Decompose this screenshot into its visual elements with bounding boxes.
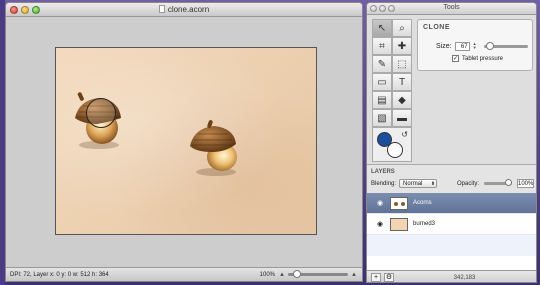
blending-label: Blending: [371, 180, 397, 187]
document-statusbar: DPI: 72, Layer x: 0 y: 0 w: 512 h: 364 1… [6, 267, 362, 281]
stepper-down-icon[interactable]: ▼ [473, 46, 478, 50]
thumbnail-acorn-dot [394, 201, 398, 206]
crop-icon[interactable]: ⌗ [372, 37, 392, 55]
panel-heading: CLONE [423, 24, 450, 31]
tools-titlebar[interactable]: Tools [367, 3, 536, 15]
zoom-icon[interactable]: ⌕ [392, 19, 412, 37]
size-input[interactable]: 67 [454, 42, 470, 51]
zoom-slider-knob[interactable] [293, 270, 301, 278]
marquee-select-icon[interactable]: ⬚ [392, 55, 412, 73]
empty-layer-row [367, 235, 536, 256]
layer-name: burned3 [413, 221, 436, 227]
zoom-out-icon[interactable]: ▴ [278, 271, 286, 279]
opacity-slider-knob[interactable] [505, 179, 512, 186]
gradient-icon[interactable]: ▤ [372, 91, 392, 109]
foreground-color-swatch[interactable] [377, 132, 392, 147]
arrow-select-icon[interactable]: ↖ [372, 19, 392, 37]
layers-panel: LAYERS Blending: Normal ⬍ Opacity: 100% … [367, 164, 536, 282]
eraser-icon[interactable]: ▭ [372, 73, 392, 91]
brush-icon[interactable]: ✎ [372, 55, 392, 73]
clone-options-panel: CLONE Size: 67 ▲ ▼ ✓ Tablet pressure [417, 19, 533, 71]
opacity-slider[interactable] [484, 179, 512, 186]
tablet-pressure-checkbox[interactable]: ✓ [452, 55, 459, 62]
acorn-image-right [190, 120, 237, 176]
document-window: clone.acorn DPI: 72, Layer x: 0 y: 0 w: … [5, 2, 363, 282]
window-title-text: clone.acorn [167, 5, 210, 14]
image-canvas[interactable] [55, 47, 317, 235]
size-slider-knob[interactable] [485, 42, 494, 50]
zoom-slider[interactable] [288, 270, 348, 278]
rectangle-icon[interactable]: ▬ [392, 109, 412, 127]
layer-row-acorns[interactable]: ◉ Acorns [367, 193, 536, 214]
size-slider[interactable] [483, 42, 528, 50]
layer-name: Acorns [413, 200, 432, 206]
clone-brush-cursor [86, 98, 116, 128]
layer-thumbnail [390, 217, 408, 231]
shape-icon[interactable]: ▧ [372, 109, 392, 127]
size-label: Size: [436, 43, 452, 50]
document-icon [158, 5, 165, 13]
document-titlebar[interactable]: clone.acorn [6, 3, 362, 17]
layers-footer: + ⚙ 342,183 [367, 270, 536, 282]
chevron-updown-icon: ⬍ [430, 181, 436, 187]
swap-colors-icon[interactable]: ↺ [401, 130, 408, 139]
status-text: DPI: 72, Layer x: 0 y: 0 w: 512 h: 364 [10, 271, 109, 278]
add-layer-button[interactable]: + [371, 273, 381, 282]
gear-icon[interactable]: ⚙ [384, 273, 394, 282]
text-icon[interactable]: T [392, 73, 412, 91]
zoom-in-icon[interactable]: ▴ [350, 271, 358, 279]
blending-mode-value: Normal [403, 181, 423, 187]
visibility-eye-icon[interactable]: ◉ [377, 220, 385, 228]
paint-bucket-icon[interactable]: ◆ [392, 91, 412, 109]
blending-mode-select[interactable]: Normal ⬍ [399, 179, 438, 188]
move-icon[interactable]: ✚ [392, 37, 412, 55]
tablet-pressure-row: ✓ Tablet pressure [452, 55, 503, 62]
layers-heading: LAYERS [371, 169, 395, 175]
tools-palette: Tools ↖ ⌕ ⌗ ✚ ✎ ⬚ ▭ T ▤ ◆ ▧ ▬ ↺ CLONE Size: 67 ▲ ▼ ✓… [366, 2, 537, 283]
window-title: clone.acorn [6, 5, 362, 14]
layer-thumbnail [390, 196, 408, 210]
zoom-level: 100% [259, 271, 275, 278]
opacity-label: Opacity: [456, 180, 479, 187]
size-stepper[interactable]: ▲ ▼ [473, 42, 478, 51]
tools-title: Tools [443, 4, 460, 11]
opacity-input[interactable]: 100% [517, 179, 534, 188]
tool-grid: ↖ ⌕ ⌗ ✚ ✎ ⬚ ▭ T ▤ ◆ ▧ ▬ [372, 19, 412, 127]
cursor-coordinates: 342,183 [453, 274, 476, 281]
visibility-eye-icon[interactable]: ◉ [377, 199, 385, 207]
layer-list: ◉ Acorns ◉ burned3 [367, 193, 536, 271]
size-row: Size: 67 ▲ ▼ [436, 42, 528, 51]
tablet-pressure-label: Tablet pressure [462, 55, 504, 62]
color-well: ↺ [372, 127, 412, 162]
layer-row-burned3[interactable]: ◉ burned3 [367, 214, 536, 235]
blending-row: Blending: Normal ⬍ Opacity: 100% [371, 179, 534, 188]
thumbnail-acorn-dot [401, 201, 405, 206]
canvas-area[interactable] [6, 18, 362, 269]
